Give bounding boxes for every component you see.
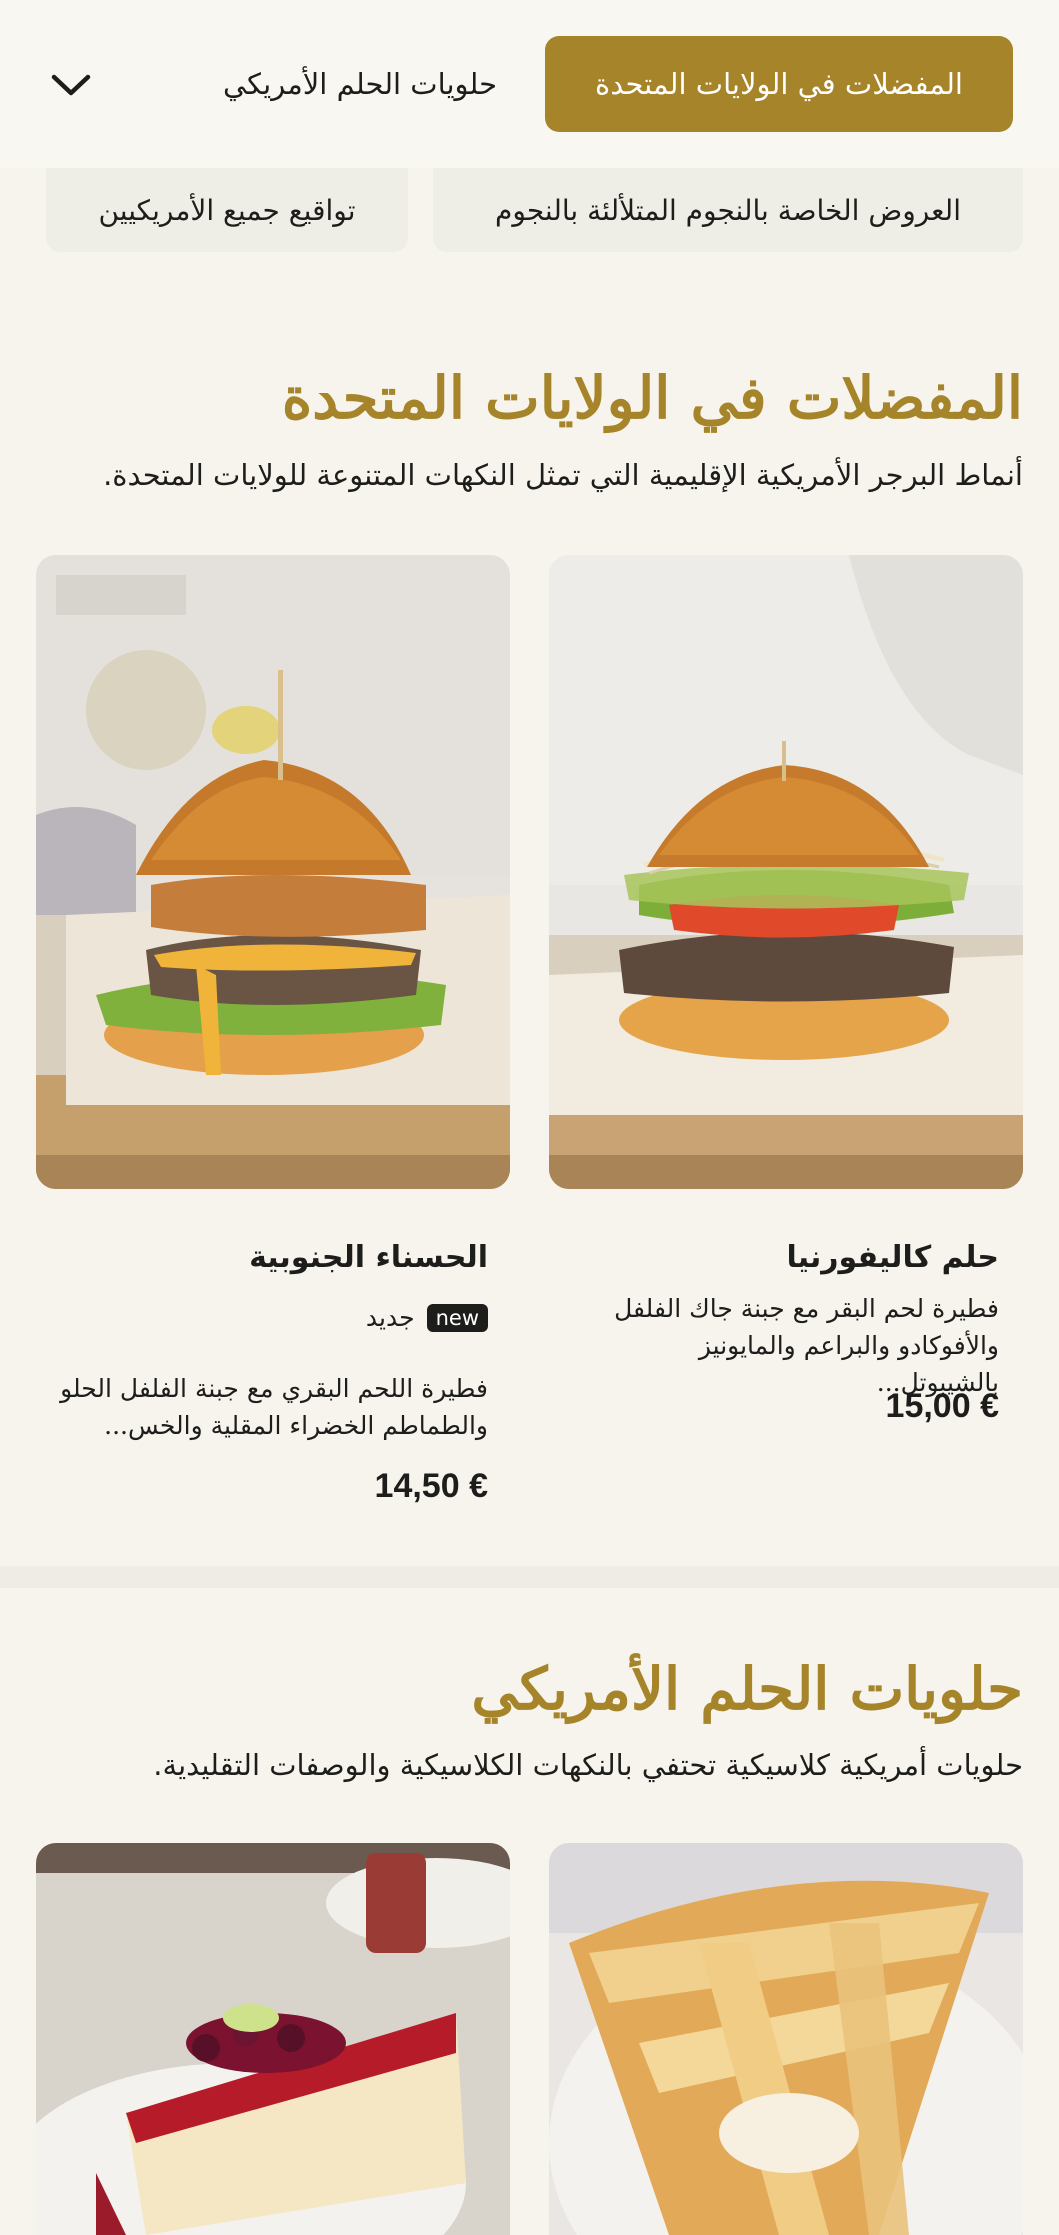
cheesecake-image[interactable] bbox=[36, 1843, 510, 2235]
chip-all-american-signatures[interactable]: تواقيع جميع الأمريكيين bbox=[46, 168, 408, 252]
southern-belle-image[interactable] bbox=[36, 555, 510, 1189]
california-dream-price: 15,00 € bbox=[885, 1387, 999, 1425]
section-divider bbox=[0, 1566, 1059, 1588]
apple-pie-image[interactable] bbox=[549, 1843, 1023, 2235]
tab-american-dream-desserts[interactable]: حلويات الحلم الأمريكي bbox=[210, 36, 510, 132]
california-dream-description: فطيرة لحم البقر مع جبنة جاك الفلفل والأف… bbox=[614, 1294, 999, 1397]
california-dream-image[interactable] bbox=[549, 555, 1023, 1189]
new-badge: new bbox=[426, 1303, 488, 1332]
chip-star-specials[interactable]: العروض الخاصة بالنجوم المتلألئة بالنجوم bbox=[433, 168, 1023, 252]
section-title-us-favorites: المفضلات في الولايات المتحدة bbox=[281, 364, 1023, 432]
southern-belle-description: فطيرة اللحم البقري مع جبنة الفلفل الحلو … bbox=[60, 1374, 488, 1440]
california-dream-name: حلم كاليفورنيا bbox=[786, 1240, 999, 1275]
section-subtitle-us-favorites: أنماط البرجر الأمريكية الإقليمية التي تم… bbox=[103, 458, 1023, 492]
section-title-desserts: حلويات الحلم الأمريكي bbox=[471, 1655, 1023, 1723]
new-badge-label: جديد bbox=[365, 1303, 415, 1332]
southern-belle-name: الحسناء الجنوبية bbox=[249, 1240, 488, 1275]
new-badge-row: new جديد bbox=[366, 1303, 488, 1332]
section-subtitle-desserts: حلويات أمريكية كلاسيكية تحتفي بالنكهات ا… bbox=[153, 1748, 1023, 1782]
southern-belle-price: 14,50 € bbox=[374, 1467, 488, 1505]
tab-us-favorites[interactable]: المفضلات في الولايات المتحدة bbox=[545, 36, 1013, 132]
category-nav: المفضلات في الولايات المتحدة حلويات الحل… bbox=[0, 0, 1059, 168]
chevron-down-icon[interactable] bbox=[48, 62, 94, 108]
subcategory-chips: العروض الخاصة بالنجوم المتلألئة بالنجوم … bbox=[0, 168, 1059, 252]
